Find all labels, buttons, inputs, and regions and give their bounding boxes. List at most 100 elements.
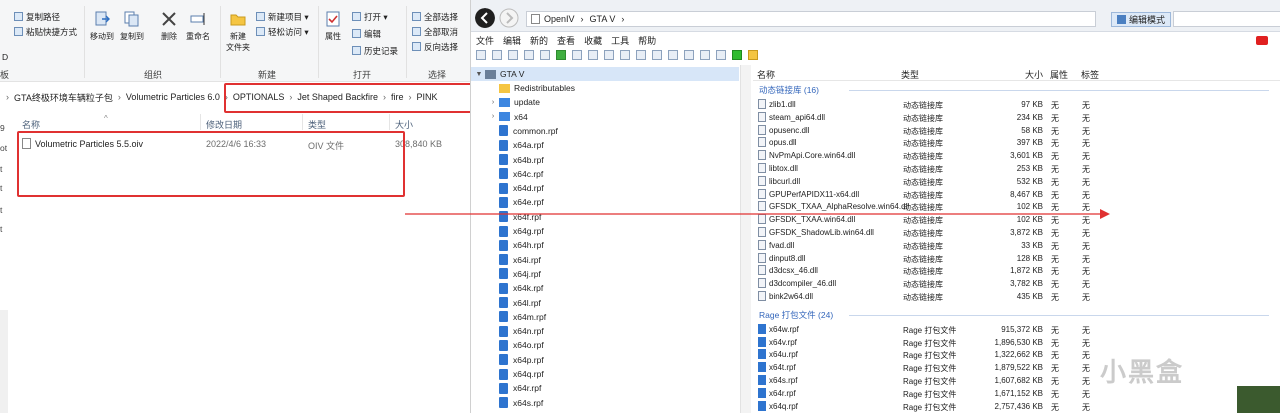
column-size[interactable]: 大小 (395, 118, 413, 131)
new-file-icon[interactable] (476, 50, 486, 60)
collapse-arrow-icon[interactable]: ▼ (475, 71, 483, 78)
list-item[interactable]: x64u.rpf Rage 打包文件 1,322,662 KB 无 无 (753, 348, 1280, 361)
tree-item[interactable]: x64p.rpf (471, 353, 739, 367)
menu-tools[interactable]: 工具 (611, 34, 629, 47)
copy-path-button[interactable]: 复制路径 (14, 10, 60, 23)
tree-item[interactable]: x64m.rpf (471, 310, 739, 324)
edit-mode-button[interactable]: 编辑模式 (1111, 12, 1172, 27)
column-date[interactable]: 修改日期 (206, 118, 242, 131)
list-item[interactable]: fvad.dll 动态链接库 33 KB 无 无 (753, 239, 1280, 252)
run-icon[interactable] (556, 50, 566, 60)
new-folder-button[interactable]: 新建 文件夹 (226, 10, 250, 53)
tree-item[interactable]: x64c.rpf (471, 167, 739, 181)
tree-item[interactable]: x64j.rpf (471, 267, 739, 281)
new-folder-icon[interactable] (492, 50, 502, 60)
list-item[interactable]: GPUPerfAPIDX11-x64.dll 动态链接库 8,467 KB 无 无 (753, 188, 1280, 201)
history-button[interactable]: 历史记录 (352, 44, 398, 57)
list-item[interactable]: x64r.rpf Rage 打包文件 1,671,152 KB 无 无 (753, 387, 1280, 400)
path-item-openiv[interactable]: OpenIV (544, 14, 575, 24)
menu-view[interactable]: 查看 (557, 34, 575, 47)
menu-favorites[interactable]: 收藏 (584, 34, 602, 47)
column-divider[interactable] (389, 114, 390, 130)
new-item-button[interactable]: 新建项目 ▾ (256, 10, 309, 23)
column-type[interactable]: 类型 (308, 118, 326, 131)
tree-item[interactable]: Redistributables (471, 81, 739, 95)
add-plus-icon[interactable] (732, 50, 742, 60)
edit-button[interactable]: 编辑 (352, 27, 381, 40)
tree-item[interactable]: x64o.rpf (471, 338, 739, 352)
easy-access-button[interactable]: 轻松访问 ▾ (256, 25, 309, 38)
breadcrumb-item[interactable]: Volumetric Particles 6.0 (126, 92, 220, 102)
open-icon[interactable] (508, 50, 518, 60)
paste-shortcut-button[interactable]: 粘贴快捷方式 (14, 25, 77, 38)
import-icon[interactable] (668, 50, 678, 60)
list-item[interactable]: NvPmApi.Core.win64.dll 动态链接库 3,601 KB 无 无 (753, 149, 1280, 162)
column-divider[interactable] (200, 114, 201, 130)
tree-item[interactable]: x64i.rpf (471, 253, 739, 267)
delete-icon[interactable] (636, 50, 646, 60)
search-icon[interactable] (716, 50, 726, 60)
list-item[interactable]: opusenc.dll 动态链接库 58 KB 无 无 (753, 124, 1280, 137)
list-item[interactable]: d3dcompiler_46.dll 动态链接库 3,782 KB 无 无 (753, 277, 1280, 290)
column-type[interactable]: 类型 (901, 68, 919, 81)
tree-item[interactable]: x64h.rpf (471, 238, 739, 252)
openiv-search-input[interactable] (1173, 11, 1280, 27)
nav-pane-scrollbar[interactable] (0, 310, 8, 413)
list-group-header[interactable]: Rage 打包文件 (24) (759, 309, 833, 321)
list-item[interactable]: GFSDK_ShadowLib.win64.dll 动态链接库 3,872 KB 无 无 (753, 226, 1280, 239)
rename-icon[interactable] (652, 50, 662, 60)
tree-item[interactable]: x64g.rpf (471, 224, 739, 238)
select-none-button[interactable]: 全部取消 (412, 25, 458, 38)
menu-new[interactable]: 新的 (530, 34, 548, 47)
tree-item[interactable]: x64r.rpf (471, 381, 739, 395)
list-item[interactable]: opus.dll 动态链接库 397 KB 无 无 (753, 136, 1280, 149)
tree-item[interactable]: › update (471, 95, 739, 109)
properties-button[interactable]: 属性 (324, 10, 342, 42)
tree-item[interactable]: › x64 (471, 110, 739, 124)
column-name[interactable]: 名称 (22, 118, 40, 131)
select-all-button[interactable]: 全部选择 (412, 10, 458, 23)
forward-arrow-icon[interactable] (499, 8, 519, 28)
move-to-button[interactable]: 移动到 (90, 10, 114, 42)
copy-icon[interactable] (588, 50, 598, 60)
tree-item[interactable]: x64s.rpf (471, 396, 739, 410)
rename-button[interactable]: 重命名 (186, 10, 210, 42)
tree-item[interactable]: x64e.rpf (471, 195, 739, 209)
tree-item[interactable]: x64d.rpf (471, 181, 739, 195)
list-item[interactable]: d3dcsx_46.dll 动态链接库 1,872 KB 无 无 (753, 264, 1280, 277)
tree-scrollbar[interactable] (741, 65, 751, 413)
expand-arrow-icon[interactable]: › (489, 113, 497, 120)
list-item[interactable]: zlib1.dll 动态链接库 97 KB 无 无 (753, 98, 1280, 111)
breadcrumb-item[interactable]: GTA终极环境车辆粒子包 (14, 91, 113, 104)
folder-add-icon[interactable] (748, 50, 758, 60)
list-item[interactable]: libtox.dll 动态链接库 253 KB 无 无 (753, 162, 1280, 175)
path-item-gtav[interactable]: GTA V (590, 14, 616, 24)
invert-selection-button[interactable]: 反向选择 (412, 40, 458, 53)
list-item[interactable]: x64s.rpf Rage 打包文件 1,607,682 KB 无 无 (753, 374, 1280, 387)
tree-item[interactable]: x64k.rpf (471, 281, 739, 295)
menu-file[interactable]: 文件 (476, 34, 494, 47)
back-arrow-icon[interactable] (475, 8, 495, 28)
copy-to-button[interactable]: 复制到 (120, 10, 144, 42)
list-item[interactable]: bink2w64.dll 动态链接库 435 KB 无 无 (753, 290, 1280, 303)
delete-button[interactable]: 删除 (160, 10, 178, 42)
openiv-path-bar[interactable]: OpenIV › GTA V › (526, 11, 1096, 27)
list-item[interactable]: x64v.rpf Rage 打包文件 1,896,530 KB 无 无 (753, 336, 1280, 349)
column-name[interactable]: 名称 (757, 68, 775, 81)
tree-item[interactable]: x64q.rpf (471, 367, 739, 381)
paste-icon[interactable] (604, 50, 614, 60)
list-item[interactable]: x64q.rpf Rage 打包文件 2,757,436 KB 无 无 (753, 400, 1280, 413)
list-item[interactable]: libcurl.dll 动态链接库 532 KB 无 无 (753, 175, 1280, 188)
list-item[interactable]: GFSDK_TXAA.win64.dll 动态链接库 102 KB 无 无 (753, 213, 1280, 226)
save-icon[interactable] (524, 50, 534, 60)
list-item[interactable]: steam_api64.dll 动态链接库 234 KB 无 无 (753, 111, 1280, 124)
list-item[interactable]: x64t.rpf Rage 打包文件 1,879,522 KB 无 无 (753, 361, 1280, 374)
expand-arrow-icon[interactable]: › (489, 99, 497, 106)
tree-item[interactable]: common.rpf (471, 124, 739, 138)
column-size[interactable]: 大小 (1025, 68, 1043, 81)
tree-item[interactable]: x64l.rpf (471, 296, 739, 310)
export-icon[interactable] (572, 50, 582, 60)
tree-item[interactable]: x64a.rpf (471, 138, 739, 152)
tree-item[interactable]: x64f.rpf (471, 210, 739, 224)
list-item[interactable]: x64w.rpf Rage 打包文件 915,372 KB 无 无 (753, 323, 1280, 336)
